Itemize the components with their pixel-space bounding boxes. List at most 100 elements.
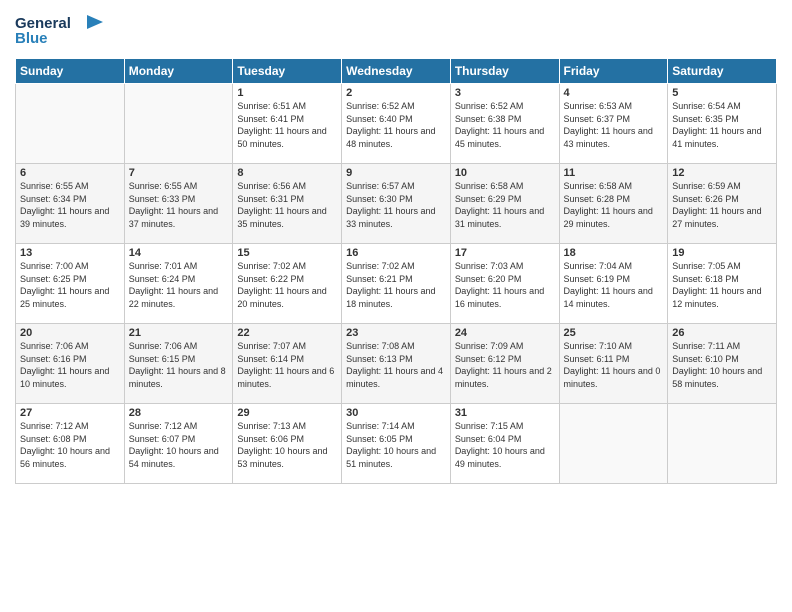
day-number: 3 [455,87,555,99]
day-info: Sunrise: 6:57 AM Sunset: 6:30 PM Dayligh… [346,180,446,230]
day-number: 15 [237,247,337,259]
calendar-cell: 29Sunrise: 7:13 AM Sunset: 6:06 PM Dayli… [233,404,342,484]
calendar-cell: 18Sunrise: 7:04 AM Sunset: 6:19 PM Dayli… [559,244,668,324]
day-info: Sunrise: 7:13 AM Sunset: 6:06 PM Dayligh… [237,420,337,470]
col-tuesday: Tuesday [233,59,342,84]
day-number: 2 [346,87,446,99]
calendar-cell: 25Sunrise: 7:10 AM Sunset: 6:11 PM Dayli… [559,324,668,404]
week-row-4: 27Sunrise: 7:12 AM Sunset: 6:08 PM Dayli… [16,404,777,484]
day-number: 10 [455,167,555,179]
day-number: 7 [129,167,229,179]
calendar-header: Sunday Monday Tuesday Wednesday Thursday… [16,59,777,84]
calendar-cell: 16Sunrise: 7:02 AM Sunset: 6:21 PM Dayli… [342,244,451,324]
day-number: 29 [237,407,337,419]
day-number: 25 [564,327,664,339]
day-info: Sunrise: 6:58 AM Sunset: 6:29 PM Dayligh… [455,180,555,230]
calendar-cell [16,84,125,164]
week-row-1: 6Sunrise: 6:55 AM Sunset: 6:34 PM Daylig… [16,164,777,244]
day-number: 28 [129,407,229,419]
day-number: 19 [672,247,772,259]
col-sunday: Sunday [16,59,125,84]
day-info: Sunrise: 6:55 AM Sunset: 6:34 PM Dayligh… [20,180,120,230]
day-info: Sunrise: 6:51 AM Sunset: 6:41 PM Dayligh… [237,100,337,150]
day-info: Sunrise: 7:09 AM Sunset: 6:12 PM Dayligh… [455,340,555,390]
main-container: General Blue Sunday Monday Tuesday Wedne… [0,0,792,494]
header: General Blue [15,10,777,50]
day-number: 4 [564,87,664,99]
calendar-cell: 14Sunrise: 7:01 AM Sunset: 6:24 PM Dayli… [124,244,233,324]
day-info: Sunrise: 7:03 AM Sunset: 6:20 PM Dayligh… [455,260,555,310]
day-info: Sunrise: 7:00 AM Sunset: 6:25 PM Dayligh… [20,260,120,310]
day-info: Sunrise: 6:54 AM Sunset: 6:35 PM Dayligh… [672,100,772,150]
day-info: Sunrise: 7:04 AM Sunset: 6:19 PM Dayligh… [564,260,664,310]
calendar-cell: 30Sunrise: 7:14 AM Sunset: 6:05 PM Dayli… [342,404,451,484]
day-number: 1 [237,87,337,99]
calendar-cell: 17Sunrise: 7:03 AM Sunset: 6:20 PM Dayli… [450,244,559,324]
calendar-cell [668,404,777,484]
day-number: 31 [455,407,555,419]
calendar-cell: 23Sunrise: 7:08 AM Sunset: 6:13 PM Dayli… [342,324,451,404]
logo-arrow [87,15,103,29]
day-number: 11 [564,167,664,179]
calendar-cell: 27Sunrise: 7:12 AM Sunset: 6:08 PM Dayli… [16,404,125,484]
col-thursday: Thursday [450,59,559,84]
day-info: Sunrise: 7:08 AM Sunset: 6:13 PM Dayligh… [346,340,446,390]
day-number: 26 [672,327,772,339]
day-info: Sunrise: 6:55 AM Sunset: 6:33 PM Dayligh… [129,180,229,230]
calendar-cell: 13Sunrise: 7:00 AM Sunset: 6:25 PM Dayli… [16,244,125,324]
day-info: Sunrise: 7:15 AM Sunset: 6:04 PM Dayligh… [455,420,555,470]
calendar-cell: 19Sunrise: 7:05 AM Sunset: 6:18 PM Dayli… [668,244,777,324]
day-number: 8 [237,167,337,179]
day-number: 5 [672,87,772,99]
day-info: Sunrise: 6:52 AM Sunset: 6:40 PM Dayligh… [346,100,446,150]
day-info: Sunrise: 6:59 AM Sunset: 6:26 PM Dayligh… [672,180,772,230]
day-number: 16 [346,247,446,259]
day-number: 27 [20,407,120,419]
day-info: Sunrise: 7:06 AM Sunset: 6:15 PM Dayligh… [129,340,229,390]
col-monday: Monday [124,59,233,84]
calendar: Sunday Monday Tuesday Wednesday Thursday… [15,58,777,484]
calendar-cell: 22Sunrise: 7:07 AM Sunset: 6:14 PM Dayli… [233,324,342,404]
day-info: Sunrise: 7:05 AM Sunset: 6:18 PM Dayligh… [672,260,772,310]
calendar-cell: 10Sunrise: 6:58 AM Sunset: 6:29 PM Dayli… [450,164,559,244]
calendar-cell: 28Sunrise: 7:12 AM Sunset: 6:07 PM Dayli… [124,404,233,484]
calendar-cell: 1Sunrise: 6:51 AM Sunset: 6:41 PM Daylig… [233,84,342,164]
day-info: Sunrise: 7:14 AM Sunset: 6:05 PM Dayligh… [346,420,446,470]
day-number: 23 [346,327,446,339]
logo-blue: Blue [15,30,48,47]
day-number: 21 [129,327,229,339]
calendar-cell: 4Sunrise: 6:53 AM Sunset: 6:37 PM Daylig… [559,84,668,164]
calendar-cell: 15Sunrise: 7:02 AM Sunset: 6:22 PM Dayli… [233,244,342,324]
col-wednesday: Wednesday [342,59,451,84]
day-number: 18 [564,247,664,259]
calendar-cell: 3Sunrise: 6:52 AM Sunset: 6:38 PM Daylig… [450,84,559,164]
calendar-cell: 11Sunrise: 6:58 AM Sunset: 6:28 PM Dayli… [559,164,668,244]
calendar-cell: 24Sunrise: 7:09 AM Sunset: 6:12 PM Dayli… [450,324,559,404]
day-number: 6 [20,167,120,179]
day-number: 12 [672,167,772,179]
day-number: 9 [346,167,446,179]
col-saturday: Saturday [668,59,777,84]
calendar-cell: 9Sunrise: 6:57 AM Sunset: 6:30 PM Daylig… [342,164,451,244]
calendar-cell [124,84,233,164]
calendar-cell [559,404,668,484]
day-info: Sunrise: 7:06 AM Sunset: 6:16 PM Dayligh… [20,340,120,390]
calendar-cell: 2Sunrise: 6:52 AM Sunset: 6:40 PM Daylig… [342,84,451,164]
calendar-cell: 8Sunrise: 6:56 AM Sunset: 6:31 PM Daylig… [233,164,342,244]
day-info: Sunrise: 7:02 AM Sunset: 6:22 PM Dayligh… [237,260,337,310]
day-number: 14 [129,247,229,259]
week-row-2: 13Sunrise: 7:00 AM Sunset: 6:25 PM Dayli… [16,244,777,324]
day-number: 24 [455,327,555,339]
week-row-3: 20Sunrise: 7:06 AM Sunset: 6:16 PM Dayli… [16,324,777,404]
day-info: Sunrise: 7:11 AM Sunset: 6:10 PM Dayligh… [672,340,772,390]
day-info: Sunrise: 7:12 AM Sunset: 6:07 PM Dayligh… [129,420,229,470]
week-row-0: 1Sunrise: 6:51 AM Sunset: 6:41 PM Daylig… [16,84,777,164]
calendar-cell: 26Sunrise: 7:11 AM Sunset: 6:10 PM Dayli… [668,324,777,404]
calendar-body: 1Sunrise: 6:51 AM Sunset: 6:41 PM Daylig… [16,84,777,484]
day-info: Sunrise: 7:01 AM Sunset: 6:24 PM Dayligh… [129,260,229,310]
calendar-cell: 21Sunrise: 7:06 AM Sunset: 6:15 PM Dayli… [124,324,233,404]
day-info: Sunrise: 6:58 AM Sunset: 6:28 PM Dayligh… [564,180,664,230]
header-row: Sunday Monday Tuesday Wednesday Thursday… [16,59,777,84]
day-info: Sunrise: 7:12 AM Sunset: 6:08 PM Dayligh… [20,420,120,470]
day-number: 22 [237,327,337,339]
